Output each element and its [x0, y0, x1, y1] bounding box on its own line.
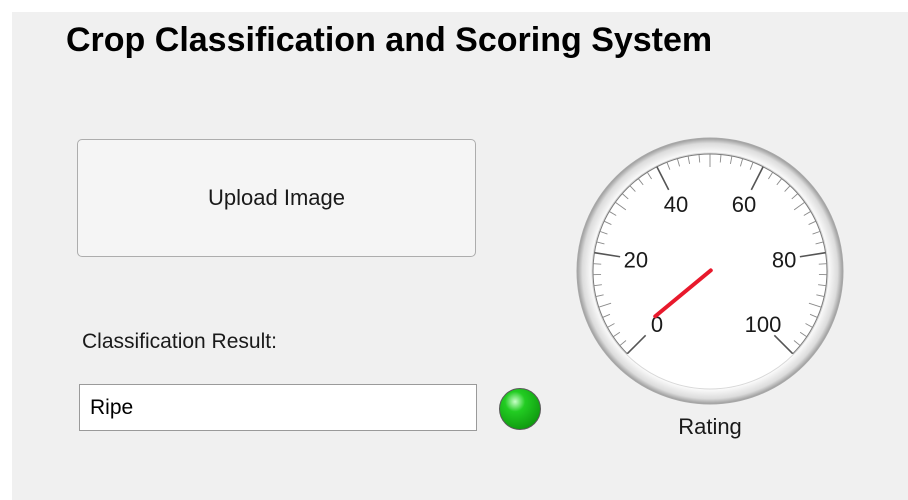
- gauge-minor-tick: [593, 263, 602, 265]
- gauge-tick-label: 20: [624, 247, 648, 272]
- upload-image-button[interactable]: Upload Image: [77, 139, 476, 257]
- classification-result-label: Classification Result:: [82, 330, 277, 353]
- app-title: Crop Classification and Scoring System: [66, 21, 713, 59]
- gauge-minor-tick: [818, 263, 827, 265]
- classification-result-field[interactable]: [79, 384, 477, 431]
- status-lamp: [499, 388, 541, 430]
- status-lamp-body: [499, 388, 541, 430]
- gauge-tick-label: 60: [732, 192, 756, 217]
- gauge-tick-label: 100: [745, 312, 782, 337]
- rating-gauge: 02040 6080100: [576, 137, 844, 405]
- gauge-caption: Rating: [678, 414, 742, 439]
- gauge-tick-label: 40: [664, 192, 688, 217]
- gauge-tick-label: 80: [772, 247, 796, 272]
